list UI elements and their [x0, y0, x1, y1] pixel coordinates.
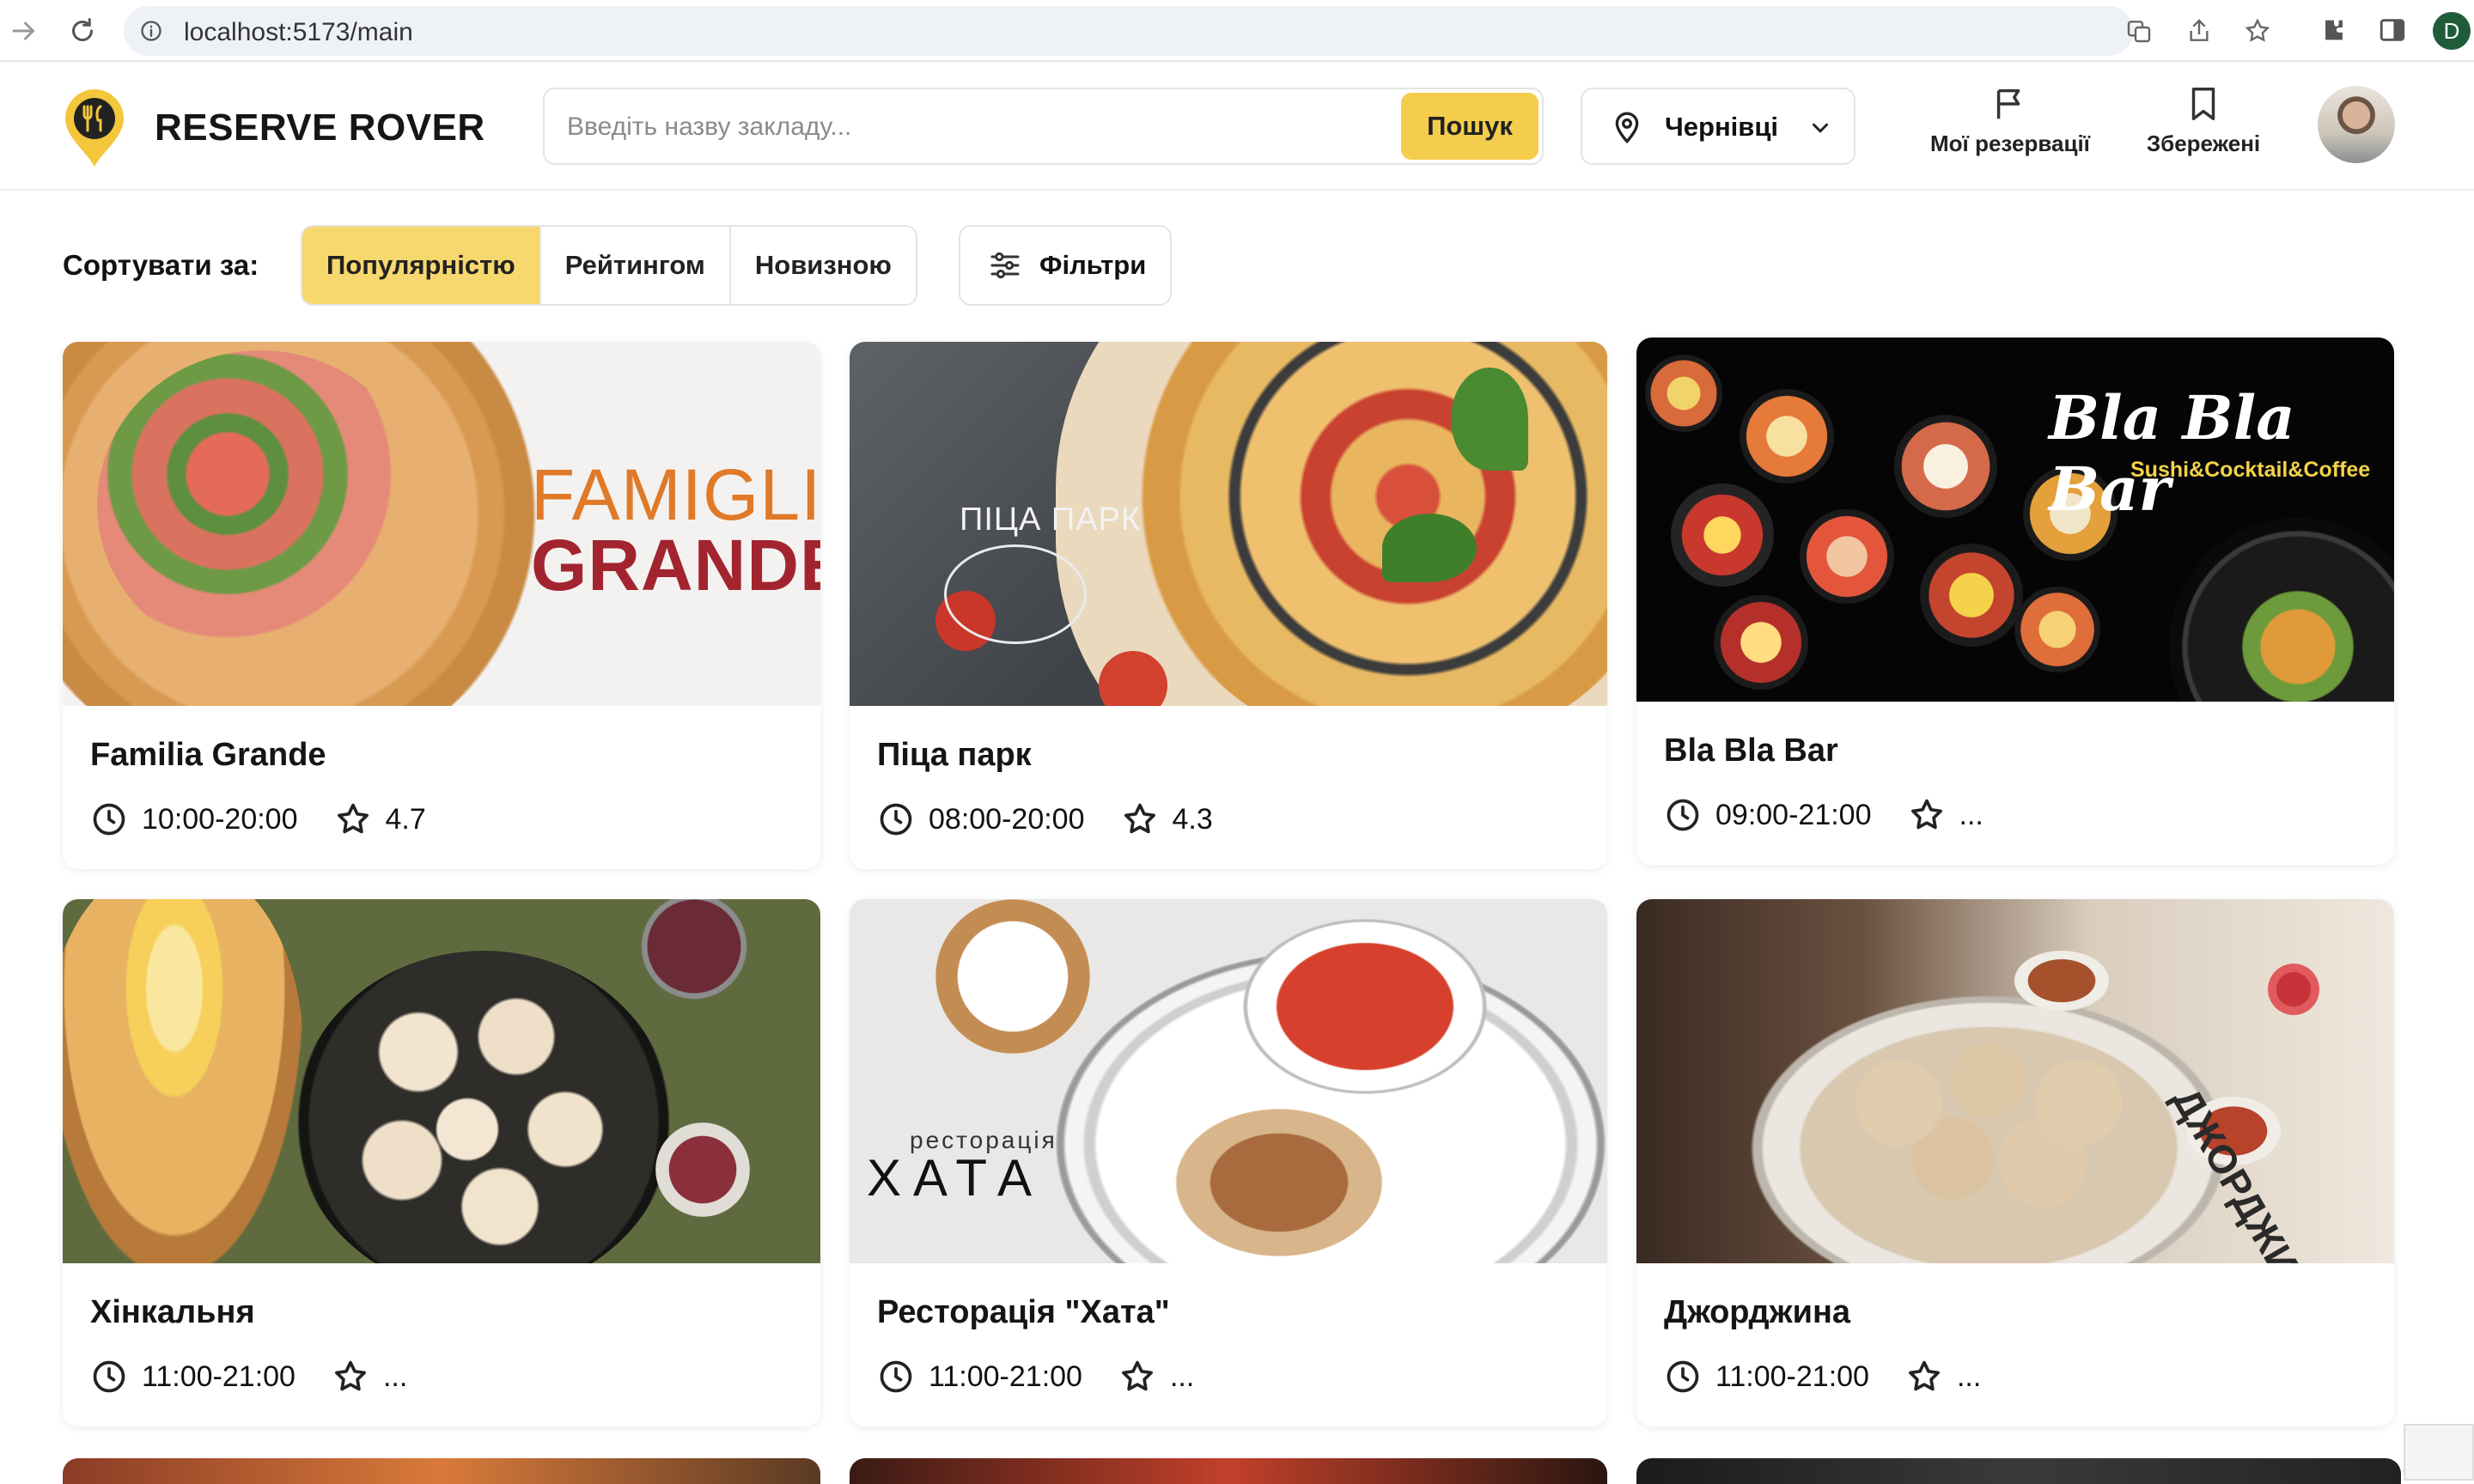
clock-icon [880, 1360, 912, 1393]
clock-icon [1667, 799, 1699, 831]
extensions-icon[interactable] [2319, 15, 2349, 45]
restaurant-card[interactable]: ПІЦА ПАРК Піца парк 08:00-20:00 4.3 [850, 342, 1607, 869]
restaurant-card[interactable]: FAMIGLIA GRANDE Familia Grande 10:00-20:… [63, 342, 820, 869]
rating-value: ... [1169, 1359, 1195, 1393]
image-text-khata: ХАТА [867, 1149, 1045, 1207]
restaurant-name[interactable]: Ресторація "Хата" [877, 1294, 1170, 1331]
restaurant-image[interactable]: ПІЦА ПАРК [850, 342, 1607, 706]
my-reservations-label: Мої резервації [1930, 131, 2090, 156]
star-icon [1122, 1360, 1153, 1391]
opening-hours: 11:00-21:00 [929, 1359, 1082, 1393]
restaurant-image[interactable]: FAMIGLIA GRANDE [63, 342, 820, 706]
sort-options: Популярністю Рейтингом Новизною [301, 225, 917, 306]
rating-value: ... [382, 1359, 408, 1393]
city-selector[interactable]: Чернівці [1581, 88, 1855, 165]
star-icon [1124, 803, 1155, 834]
filters-button[interactable]: Фільтри [959, 225, 1172, 306]
bookmark-icon [2191, 88, 2215, 120]
opening-hours: 09:00-21:00 [1715, 798, 1872, 831]
restaurant-card[interactable]: ДЖОРДЖИНА Джорджина 11:00-21:00 ... [1636, 899, 2394, 1426]
browser-profile-avatar[interactable]: D [2433, 12, 2471, 50]
clock-icon [93, 803, 125, 836]
logo-icon[interactable] [60, 86, 129, 168]
my-reservations-link[interactable]: Мої резервації [1924, 84, 2096, 157]
star-icon [337, 803, 369, 834]
restaurant-card[interactable]: Bla Bla Bar Sushi&Cocktail&Coffee Bla Bl… [1636, 338, 2394, 865]
restaurant-image[interactable]: ресторація ХАТА [850, 899, 1607, 1263]
sort-by-newest[interactable]: Новизною [730, 227, 916, 304]
browser-toolbar: localhost:5173/main D [0, 0, 2474, 62]
star-icon [335, 1360, 366, 1391]
restaurant-meta: 11:00-21:00 ... [877, 1358, 1194, 1396]
address-bar[interactable]: localhost:5173/main [124, 6, 2270, 56]
sort-label: Сортувати за: [63, 249, 259, 281]
search-button[interactable]: Пошук [1401, 93, 1539, 160]
clock-icon [880, 803, 912, 836]
side-panel-icon[interactable] [2378, 15, 2407, 45]
image-text-pizza-park: ПІЦА ПАРК [960, 502, 1142, 538]
opening-hours: 11:00-21:00 [142, 1359, 296, 1393]
image-text-sushi-cocktail: Sushi&Cocktail&Coffee [2130, 458, 2371, 482]
city-label: Чернівці [1665, 112, 1779, 142]
sliders-icon [990, 252, 1020, 279]
restaurant-name[interactable]: Familia Grande [90, 737, 326, 774]
opening-hours: 11:00-21:00 [1715, 1359, 1869, 1393]
search-input[interactable] [565, 105, 1325, 149]
image-text-bla-bla-bar: Bla Bla Bar [2049, 382, 2295, 525]
filters-label: Фільтри [1039, 250, 1147, 280]
restaurant-name[interactable]: Bla Bla Bar [1664, 733, 1838, 769]
star-icon [1910, 799, 1942, 830]
restaurant-image[interactable] [63, 899, 820, 1263]
forward-arrow-icon[interactable] [9, 15, 40, 46]
saved-label: Збережені [2146, 131, 2261, 156]
restaurant-image[interactable]: Bla Bla Bar Sushi&Cocktail&Coffee [1636, 338, 2394, 702]
chevron-down-icon [1813, 123, 1828, 133]
url-text[interactable]: localhost:5173/main [184, 18, 413, 47]
location-pin-icon [1615, 112, 1639, 144]
opening-hours: 10:00-20:00 [142, 802, 298, 836]
rating-value: ... [1959, 798, 1983, 831]
share-icon[interactable] [2185, 17, 2213, 45]
opening-hours: 08:00-20:00 [929, 802, 1085, 836]
restaurant-card[interactable]: Хінкальня 11:00-21:00 ... [63, 899, 820, 1426]
search-bar: Пошук [543, 88, 1544, 165]
flag-icon [1996, 88, 2020, 119]
restaurant-meta: 11:00-21:00 ... [90, 1358, 407, 1396]
sort-by-rating[interactable]: Рейтингом [540, 227, 731, 304]
image-text-grande: GRANDE [531, 525, 820, 605]
restaurant-meta: 11:00-21:00 ... [1664, 1358, 1981, 1396]
restaurant-meta: 09:00-21:00 ... [1664, 796, 1983, 834]
restaurant-card[interactable]: ресторація ХАТА Ресторація "Хата" 11:00-… [850, 899, 1607, 1426]
restaurant-name[interactable]: Джорджина [1664, 1294, 1850, 1331]
restaurant-image[interactable]: ДЖОРДЖИНА [1636, 899, 2394, 1263]
rating-value: 4.3 [1172, 802, 1213, 836]
saved-link[interactable]: Збережені [2139, 84, 2268, 157]
clock-icon [1667, 1360, 1699, 1393]
site-info-icon[interactable] [139, 19, 163, 43]
sort-by-popularity[interactable]: Популярністю [302, 227, 541, 304]
reload-icon[interactable] [67, 15, 98, 46]
star-icon [1909, 1360, 1940, 1391]
clock-icon [93, 1360, 125, 1393]
restaurant-meta: 10:00-20:00 4.7 [90, 800, 426, 838]
user-avatar[interactable] [2318, 86, 2395, 163]
app-header: RESERVE ROVER Пошук Чернівці Мої резерва… [0, 62, 2474, 191]
bookmark-star-icon[interactable] [2244, 17, 2271, 45]
recaptcha-badge[interactable] [2404, 1424, 2474, 1481]
brand-name[interactable]: RESERVE ROVER [155, 106, 485, 149]
translate-icon[interactable] [2125, 17, 2153, 45]
rating-value: ... [1956, 1359, 1982, 1393]
rating-value: 4.7 [385, 802, 426, 836]
restaurant-meta: 08:00-20:00 4.3 [877, 800, 1213, 838]
restaurant-name[interactable]: Хінкальня [90, 1294, 255, 1331]
restaurant-name[interactable]: Піца парк [877, 737, 1032, 774]
